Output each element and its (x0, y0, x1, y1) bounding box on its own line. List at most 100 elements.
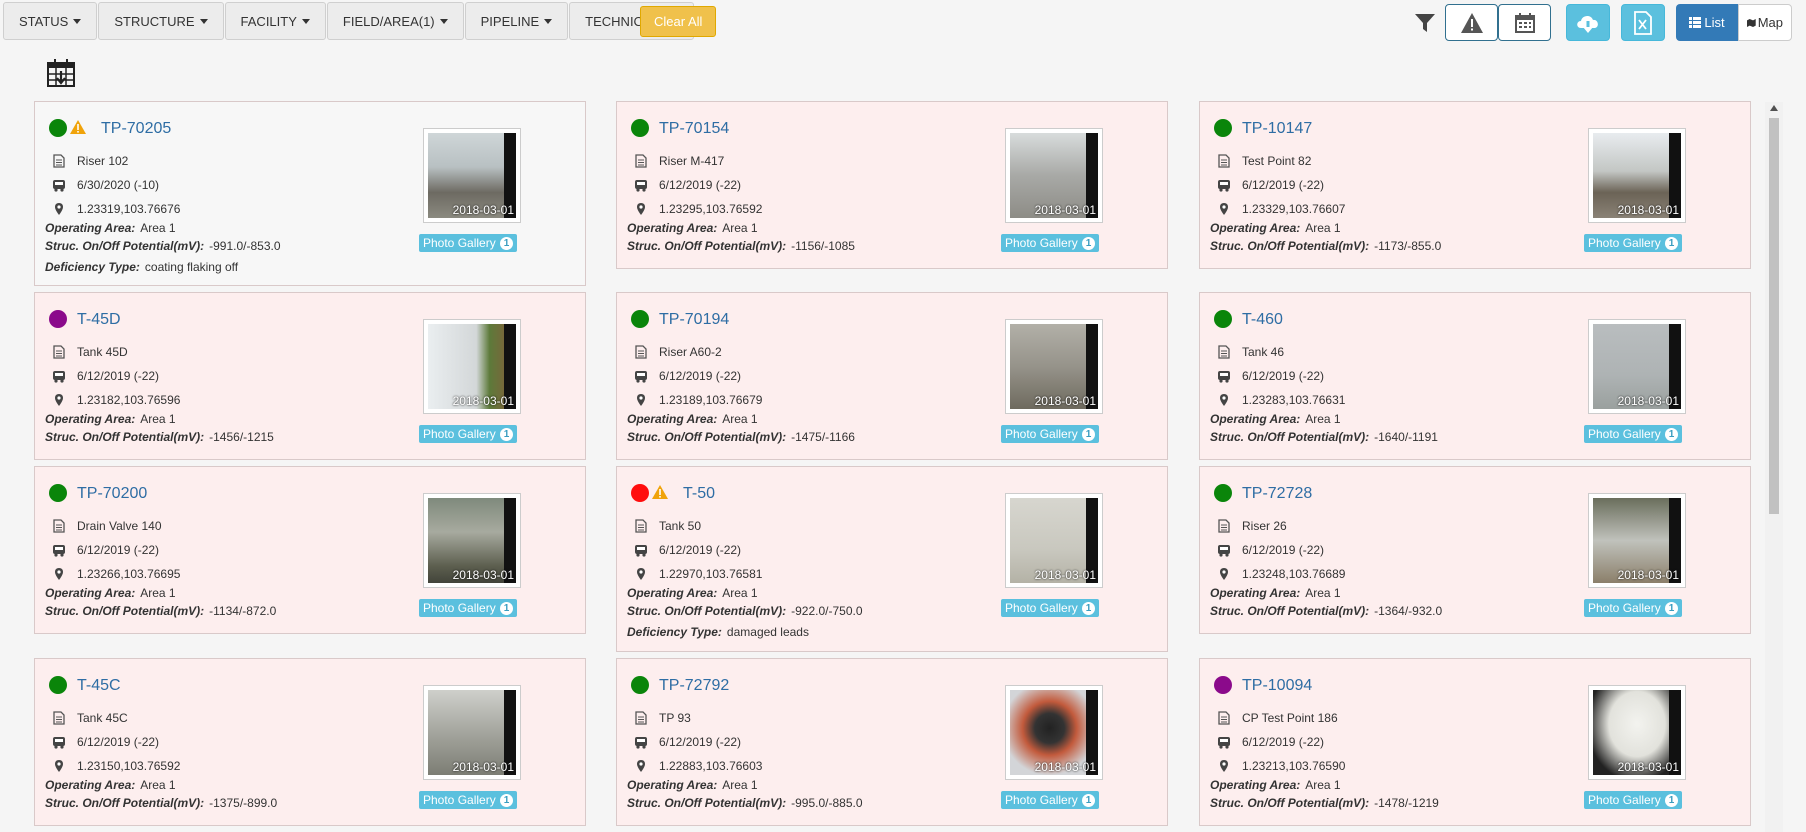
inspection-icon (52, 369, 66, 383)
inspection-icon (1217, 369, 1231, 383)
photo-gallery-button[interactable]: Photo Gallery 1 (1584, 599, 1683, 617)
structure-name-row: Drain Valve 140 (52, 519, 162, 533)
structure-card[interactable]: TP-72792 TP 93 6/12/2019 (-22) 1.22883,103.… (616, 658, 1168, 826)
photo-date: 2018-03-01 (452, 394, 514, 408)
structure-card[interactable]: TP-72728 Riser 26 6/12/2019 (-22) 1.23248,1… (1199, 466, 1751, 634)
potential-row: Struc. On/Off Potential(mV): -1375/-899.0 (45, 796, 277, 810)
photo-thumbnail[interactable]: 2018-03-01 (1005, 685, 1103, 780)
scrollbar[interactable] (1765, 102, 1783, 832)
field-area-filter-dropdown[interactable]: FIELD/AREA(1) (326, 2, 464, 40)
pipeline-filter-dropdown[interactable]: PIPELINE (464, 2, 569, 40)
structure-id-link[interactable]: TP-72728 (1242, 485, 1312, 503)
photo-thumbnail[interactable]: 2018-03-01 (1005, 493, 1103, 588)
structure-card[interactable]: TP-70194 Riser A60-2 6/12/2019 (-22) 1.2318… (616, 292, 1168, 460)
filter-icon[interactable] (1412, 4, 1438, 41)
structure-id-link[interactable]: TP-10094 (1242, 677, 1312, 695)
potential-value: -1640/-1191 (1374, 430, 1438, 444)
operating-area-row: Operating Area: Area 1 (627, 586, 758, 600)
photo-gallery-button[interactable]: Photo Gallery 1 (1584, 791, 1683, 809)
photo-thumbnail[interactable]: 2018-03-01 (1588, 128, 1686, 223)
potential-value: -1456/-1215 (209, 430, 274, 444)
structure-name: Riser 26 (1242, 519, 1287, 533)
operating-area-label: Operating Area: (1210, 221, 1301, 235)
photo-thumbnail[interactable]: 2018-03-01 (423, 128, 521, 223)
photo-thumbnail[interactable]: 2018-03-01 (1005, 319, 1103, 414)
status-filter-dropdown[interactable]: STATUS (3, 2, 98, 40)
structure-id-link[interactable]: T-50 (683, 485, 715, 503)
structure-id-link[interactable]: TP-70200 (77, 485, 147, 503)
export-grid-button[interactable] (46, 58, 78, 90)
photo-gallery-button[interactable]: Photo Gallery 1 (1001, 425, 1100, 443)
structure-name-row: Riser 102 (52, 154, 128, 168)
photo-gallery-button[interactable]: Photo Gallery 1 (1001, 791, 1100, 809)
cloud-download-button[interactable] (1566, 4, 1610, 41)
view-toggle: List Map (1676, 4, 1792, 41)
map-view-button[interactable]: Map (1738, 4, 1792, 41)
facility-filter-dropdown[interactable]: FACILITY (224, 2, 326, 40)
photo-thumbnail[interactable]: 2018-03-01 (423, 685, 521, 780)
inspection-icon (52, 178, 66, 192)
deficiency-value: damaged leads (726, 625, 809, 639)
photo-gallery-button[interactable]: Photo Gallery 1 (1584, 234, 1683, 252)
warning-icon (651, 484, 669, 503)
structure-id-link[interactable]: TP-72792 (659, 677, 729, 695)
alert-filter-button[interactable] (1445, 4, 1498, 41)
photo-gallery-button[interactable]: Photo Gallery 1 (1584, 425, 1683, 443)
structure-id-link[interactable]: TP-70205 (101, 120, 171, 138)
operating-area-value: Area 1 (140, 586, 176, 600)
photo-thumbnail[interactable]: 2018-03-01 (1588, 685, 1686, 780)
export-excel-button[interactable] (1621, 4, 1665, 41)
structure-name: Tank 50 (659, 519, 702, 533)
inspection-date: 6/12/2019 (-22) (77, 735, 160, 749)
structure-card[interactable]: T-460 Tank 46 6/12/2019 (-22) 1.23283,103.7… (1199, 292, 1751, 460)
structure-card[interactable]: T-45C Tank 45C 6/12/2019 (-22) 1.23150,103.… (34, 658, 586, 826)
photo-gallery-button[interactable]: Photo Gallery 1 (1001, 234, 1100, 252)
list-view-button[interactable]: List (1676, 4, 1738, 41)
map-pin-icon (634, 567, 648, 581)
structure-filter-dropdown[interactable]: STRUCTURE (98, 2, 224, 40)
operating-area-row: Operating Area: Area 1 (1210, 221, 1341, 235)
photo-gallery-button[interactable]: Photo Gallery 1 (419, 425, 518, 443)
structure-id-link[interactable]: TP-10147 (1242, 120, 1312, 138)
photo-gallery-button[interactable]: Photo Gallery 1 (1001, 599, 1100, 617)
structure-id-link[interactable]: T-45C (77, 677, 121, 695)
photo-gallery-button[interactable]: Photo Gallery 1 (419, 234, 518, 252)
operating-area-row: Operating Area: Area 1 (627, 412, 758, 426)
photo-thumbnail[interactable]: 2018-03-01 (423, 493, 521, 588)
photo-gallery-button[interactable]: Photo Gallery 1 (419, 791, 518, 809)
photo-thumbnail[interactable]: 2018-03-01 (1588, 493, 1686, 588)
structure-photo: 2018-03-01 (428, 690, 516, 775)
structure-id-link[interactable]: TP-70194 (659, 311, 729, 329)
calendar-filter-button[interactable] (1498, 4, 1551, 41)
structure-photo: 2018-03-01 (1010, 133, 1098, 218)
structure-id-link[interactable]: T-460 (1242, 311, 1283, 329)
document-icon (1217, 711, 1231, 725)
scroll-up-arrow-icon[interactable] (1770, 105, 1778, 111)
structure-card[interactable]: TP-70200 Drain Valve 140 6/12/2019 (-22) 1.… (34, 466, 586, 634)
deficiency-label: Deficiency Type: (45, 260, 140, 274)
structure-card[interactable]: T-45D Tank 45D 6/12/2019 (-22) 1.23182,103.… (34, 292, 586, 460)
photo-thumbnail[interactable]: 2018-03-01 (1588, 319, 1686, 414)
scrollbar-thumb[interactable] (1769, 118, 1779, 514)
clear-all-button[interactable]: Clear All (640, 6, 717, 37)
inspection-date-row: 6/12/2019 (-22) (634, 735, 741, 749)
status-dot-icon (631, 119, 649, 137)
structure-name-row: Tank 45C (52, 711, 128, 725)
photo-count-badge: 1 (1664, 236, 1679, 250)
coordinates-row: 1.23189,103.76679 (634, 393, 762, 407)
structure-id-link[interactable]: TP-70154 (659, 120, 729, 138)
structure-id-link[interactable]: T-45D (77, 311, 121, 329)
photo-gallery-button[interactable]: Photo Gallery 1 (419, 599, 518, 617)
structure-card[interactable]: TP-70205 Riser 102 6/30/2020 (-10) 1.23319,… (34, 101, 586, 286)
inspection-date-row: 6/12/2019 (-22) (52, 369, 159, 383)
operating-area-value: Area 1 (722, 221, 758, 235)
coordinates: 1.23150,103.76592 (77, 759, 181, 773)
structure-card[interactable]: T-50 Tank 50 6/12/2019 (-22) 1.22970,103.76… (616, 466, 1168, 652)
photo-thumbnail[interactable]: 2018-03-01 (423, 319, 521, 414)
structure-card[interactable]: TP-70154 Riser M-417 6/12/2019 (-22) 1.2329… (616, 101, 1168, 269)
operating-area-label: Operating Area: (1210, 778, 1301, 792)
structure-card[interactable]: TP-10147 Test Point 82 6/12/2019 (-22) 1.23… (1199, 101, 1751, 269)
structure-photo: 2018-03-01 (428, 324, 516, 409)
photo-thumbnail[interactable]: 2018-03-01 (1005, 128, 1103, 223)
structure-card[interactable]: TP-10094 CP Test Point 186 6/12/2019 (-22)… (1199, 658, 1751, 826)
